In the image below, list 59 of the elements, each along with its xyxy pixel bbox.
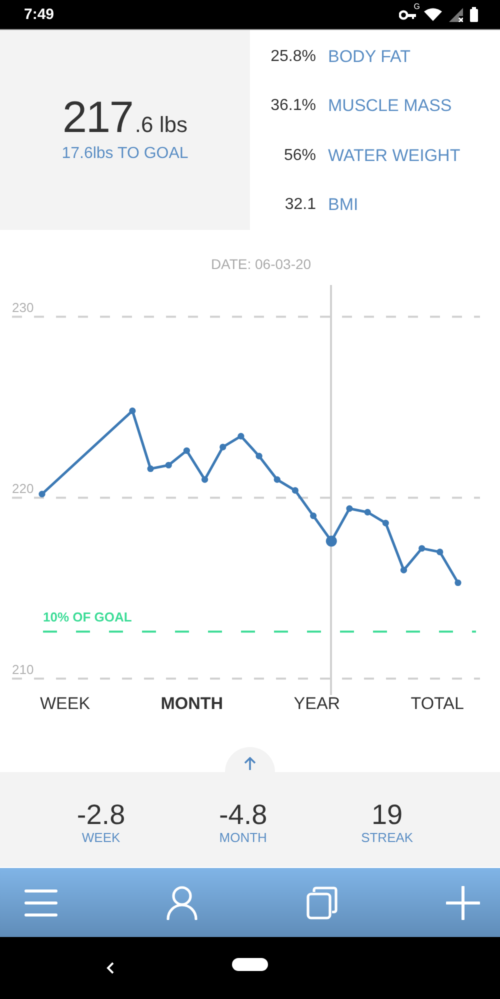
copy-icon xyxy=(306,886,338,920)
battery-icon xyxy=(470,7,478,22)
add-icon xyxy=(446,886,480,920)
stat-label: MONTH xyxy=(219,830,267,845)
data-point xyxy=(129,408,136,414)
to-goal-text: 17.6lbs TO GOAL xyxy=(62,145,188,163)
range-tab[interactable]: WEEK xyxy=(36,692,94,716)
range-tab[interactable]: TOTAL xyxy=(406,692,468,716)
data-point xyxy=(454,579,462,586)
menu-icon xyxy=(24,888,58,918)
y-tick-label: 220 xyxy=(12,481,34,496)
metric-label: BODY FAT xyxy=(328,46,411,67)
data-point xyxy=(310,512,317,520)
home-button[interactable] xyxy=(232,958,268,971)
status-time: 7:49 xyxy=(24,6,54,23)
key-letter-label: G xyxy=(414,2,420,11)
data-point xyxy=(382,520,389,526)
stat-label: WEEK xyxy=(82,830,120,845)
data-point xyxy=(201,476,208,483)
metric-value: 32.1 xyxy=(284,196,316,214)
date-label: DATE: 06-03-20 xyxy=(210,256,312,274)
cursor-line[interactable] xyxy=(330,285,332,695)
data-point xyxy=(220,444,226,450)
signal-icon xyxy=(449,8,463,22)
y-tick-label: 210 xyxy=(12,662,34,678)
metric-label: WATER WEIGHT xyxy=(328,146,460,166)
data-point xyxy=(418,545,426,552)
wifi-icon xyxy=(424,8,442,21)
y-tick-label: 230 xyxy=(12,300,34,316)
range-tab[interactable]: MONTH xyxy=(156,692,228,716)
data-point xyxy=(38,490,46,498)
data-point xyxy=(364,508,371,516)
data-point xyxy=(346,505,353,512)
stat-value: 19 xyxy=(371,800,403,830)
back-icon[interactable] xyxy=(106,962,114,974)
metric-value: 36.1% xyxy=(270,97,316,116)
data-point xyxy=(238,432,244,440)
data-point xyxy=(256,452,262,460)
stat-value: -4.8 xyxy=(218,800,268,830)
data-point xyxy=(292,487,299,494)
data-point xyxy=(400,566,408,574)
range-tab[interactable]: YEAR xyxy=(290,692,344,716)
data-point xyxy=(326,536,337,547)
stat-label: STREAK xyxy=(361,830,414,845)
metric-value: 25.8% xyxy=(270,48,316,66)
data-point xyxy=(165,462,172,468)
metric-label: BMI xyxy=(328,195,358,216)
data-point xyxy=(147,465,154,472)
key-icon xyxy=(399,9,417,20)
data-point xyxy=(274,476,280,483)
metric-value: 56% xyxy=(282,146,316,165)
stat-value: -2.8 xyxy=(76,800,126,830)
current-weight: 217.6 lbs xyxy=(62,93,188,143)
data-point xyxy=(436,548,444,556)
data-point xyxy=(183,447,190,454)
goal-label: 10% OF GOAL xyxy=(43,610,132,625)
up-arrow-icon xyxy=(244,757,256,771)
person-icon xyxy=(166,886,198,920)
metric-label: MUSCLE MASS xyxy=(328,96,452,116)
